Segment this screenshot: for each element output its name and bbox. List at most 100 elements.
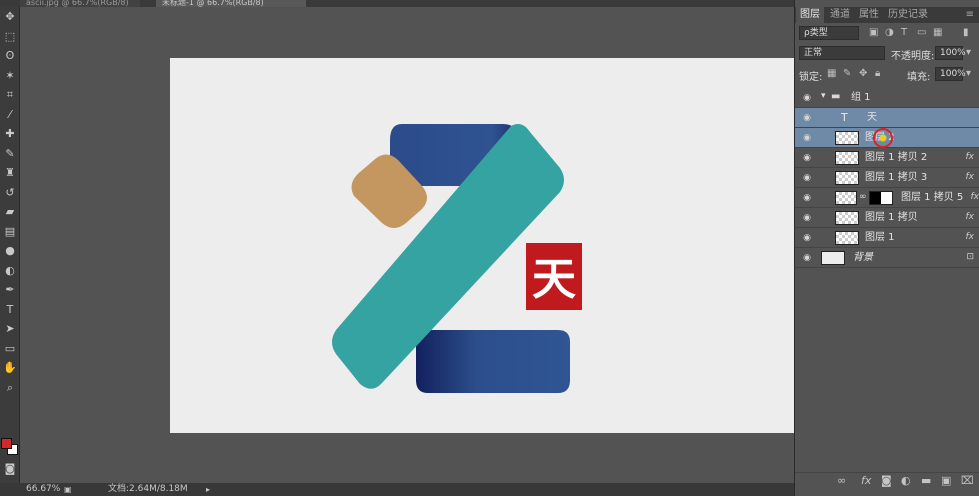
tab-history[interactable]: 历史记录 [884,7,932,23]
opacity-input[interactable]: 100% [935,46,966,60]
layer-row-copy-3[interactable]: ◉ 图层 1 拷贝 3 fx [795,168,979,188]
visibility-eye-icon[interactable]: ◉ [801,232,813,244]
layer-effects-icon[interactable]: fx [971,192,979,202]
lock-all-icon[interactable]: 🔒︎ [875,67,880,81]
layer-thumbnail [835,231,859,245]
layer-row-group[interactable]: ◉ ▾ ▬ 组 1 [795,88,979,108]
shape-filter-icon[interactable]: ▭ [917,26,926,40]
lock-image-icon[interactable]: ✎ [843,67,851,81]
blur-tool-icon[interactable]: ● [0,241,20,261]
history-brush-tool-icon[interactable]: ↺ [0,183,20,203]
z-logo-artwork: 天 [332,124,582,393]
lasso-tool-icon[interactable]: ʘ [0,46,20,66]
layer-thumbnail [835,131,859,145]
eyedropper-tool-icon[interactable]: ⁄ [0,105,20,125]
status-arrow-icon[interactable]: ▸ [206,483,210,496]
adjustment-filter-icon[interactable]: ◑ [885,26,894,40]
layer-effects-icon[interactable]: fx [966,152,975,162]
tab-layers[interactable]: 图层 [796,7,824,23]
layer-thumbnail [835,151,859,165]
filter-toggle-icon[interactable]: ▮ [963,26,969,40]
layer-row-2[interactable]: ◉ 图层 2 [795,128,979,148]
opacity-dropdown-icon[interactable]: ▾ [966,46,971,60]
lock-label: 锁定: [799,72,823,83]
fill-input[interactable]: 100% [935,67,966,81]
layer-row-copy-5[interactable]: ◉ ∞ 图层 1 拷贝 5 fx [795,188,979,208]
fill-label: 填充: [907,72,931,83]
add-mask-icon[interactable]: ◙ [881,474,892,487]
shape-tool-icon[interactable]: ▭ [0,339,20,359]
visibility-eye-icon[interactable]: ◉ [801,252,813,264]
gradient-tool-icon[interactable]: ▤ [0,222,20,242]
delete-layer-icon[interactable]: ⌧ [961,474,974,487]
new-adjustment-layer-icon[interactable]: ◐ [901,474,911,487]
dodge-tool-icon[interactable]: ◐ [0,261,20,281]
magic-wand-tool-icon[interactable]: ✶ [0,66,20,86]
visibility-eye-icon[interactable]: ◉ [801,152,813,164]
lock-icon: ⊡ [966,252,974,262]
layer-name: 图层 1 拷贝 5 [901,192,964,203]
zoom-tool-icon[interactable]: ⌕ [0,378,20,398]
brush-tool-icon[interactable]: ✎ [0,144,20,164]
hand-tool-icon[interactable]: ✋ [0,358,20,378]
layer-row-background[interactable]: ◉ 背景 ⊡ [795,248,979,268]
type-filter-icon[interactable]: T [901,26,907,40]
layer-effects-icon[interactable]: fx [966,212,975,222]
layer-row-copy-2[interactable]: ◉ 图层 1 拷贝 2 fx [795,148,979,168]
layers-panel-dock: 图层 通道 属性 历史记录 ≡ ρ类型 ▣ ◑ T ▭ ▦ ▮ 正常 不透明度:… [794,0,979,496]
foreground-color-swatch[interactable] [1,438,12,449]
layer-filter-row: ρ类型 ▣ ◑ T ▭ ▦ ▮ [795,26,979,42]
blend-mode-select[interactable]: 正常 [799,46,885,60]
visibility-eye-icon[interactable]: ◉ [801,172,813,184]
pixel-filter-icon[interactable]: ▣ [869,26,878,40]
quick-mask-icon[interactable]: ◙ [0,459,20,479]
blend-row: 正常 不透明度: 100% ▾ [795,46,979,62]
visibility-eye-icon[interactable]: ◉ [801,112,813,124]
healing-brush-tool-icon[interactable]: ✚ [0,124,20,144]
zoom-level[interactable]: 66.67% [26,483,60,496]
layer-effects-icon[interactable]: fx [966,232,975,242]
fill-dropdown-icon[interactable]: ▾ [966,67,971,81]
layer-name: 天 [867,112,877,123]
crop-tool-icon[interactable]: ⌗ [0,85,20,105]
move-tool-icon[interactable]: ✥ [0,7,20,27]
layer-name: 图层 1 拷贝 [865,212,918,223]
new-group-icon[interactable]: ▬ [921,474,931,487]
group-expand-icon[interactable]: ▾ [821,91,826,101]
layer-thumbnail [835,211,859,225]
layer-thumbnail [835,171,859,185]
layer-effects-icon[interactable]: fx [966,172,975,182]
panel-tab-bar: 图层 通道 属性 历史记录 ≡ [795,7,979,23]
marquee-tool-icon[interactable]: ⬚ [0,27,20,47]
layer-row-text[interactable]: ◉ T 天 [795,108,979,128]
lock-transparent-icon[interactable]: ▦ [827,67,836,81]
document-canvas[interactable]: 天 [170,58,794,433]
smart-object-filter-icon[interactable]: ▦ [933,26,942,40]
document-tab-2[interactable]: 未标题-1 @ 66.7%(RGB/8) [156,0,306,7]
new-layer-icon[interactable]: ▣ [941,474,951,487]
mask-link-icon[interactable]: ∞ [859,192,867,202]
visibility-eye-icon[interactable]: ◉ [801,92,813,104]
add-layer-style-icon[interactable]: fx [861,474,871,487]
layer-row-1[interactable]: ◉ 图层 1 fx [795,228,979,248]
panel-menu-icon[interactable]: ≡ [962,7,978,23]
path-selection-tool-icon[interactable]: ➤ [0,319,20,339]
type-tool-icon[interactable]: T [0,300,20,320]
visibility-eye-icon[interactable]: ◉ [801,132,813,144]
pen-tool-icon[interactable]: ✒ [0,280,20,300]
tab-channels[interactable]: 通道 [826,7,854,23]
lock-position-icon[interactable]: ✥ [859,67,867,81]
layer-mask-thumbnail[interactable] [869,191,893,205]
status-menu-icon[interactable]: ▣ [64,483,72,496]
layer-name: 组 1 [851,92,871,103]
visibility-eye-icon[interactable]: ◉ [801,212,813,224]
clone-stamp-tool-icon[interactable]: ♜ [0,163,20,183]
layer-row-copy[interactable]: ◉ 图层 1 拷贝 fx [795,208,979,228]
document-tab-1[interactable]: ascii.jpg @ 66.7%(RGB/8) [20,0,140,7]
eraser-tool-icon[interactable]: ▰ [0,202,20,222]
visibility-eye-icon[interactable]: ◉ [801,192,813,204]
tab-properties[interactable]: 属性 [855,7,883,23]
logo-red-stamp: 天 [526,243,582,310]
link-layers-icon[interactable]: ∞ [837,474,846,487]
layer-filter-select[interactable]: ρ类型 [799,26,859,40]
